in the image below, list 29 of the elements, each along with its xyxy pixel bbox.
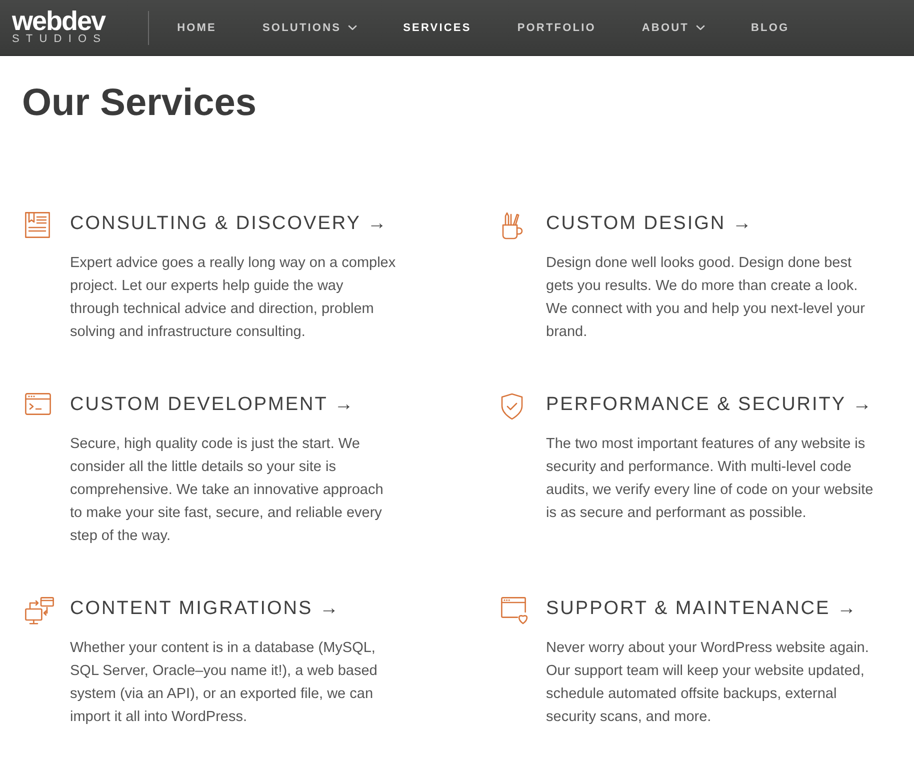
page-title: Our Services [22, 81, 256, 126]
nav-link[interactable]: SERVICES [403, 22, 472, 34]
service-description: Never worry about your WordPress website again. Our support team will keep your website updated, schedule automated offsite backups, external security scans, and more. [546, 639, 870, 727]
pencil-cup-icon [501, 212, 523, 240]
caret-icon [696, 25, 705, 30]
logo-tagline[interactable]: STUDIOS [12, 33, 108, 45]
terminal-icon [25, 393, 51, 415]
service-title-link[interactable]: SUPPORT & MAINTENANCE → [546, 596, 858, 622]
logo-wordmark[interactable]: webdev [12, 10, 106, 32]
browser-heart-icon [501, 597, 529, 625]
nav-link[interactable]: HOME [177, 22, 216, 34]
service-description: Whether your content is in a database (MySQL, SQL Server, Oracle–you name it!), a web based system (via an API), or an exported file, we can import it all into WordPress. [70, 639, 378, 727]
service-description: Secure, high quality code is just the start. We consider all the little details so your site is comprehensive. We take an innovative approach to make your site fast, secure, and reliable every step of the way. [70, 435, 384, 546]
monitor-transfer-icon [25, 597, 54, 625]
nav-link[interactable]: SOLUTIONS [262, 22, 358, 34]
nav-link[interactable]: BLOG [751, 22, 790, 34]
service-title-link[interactable]: PERFORMANCE & SECURITY → [546, 392, 874, 418]
service-description: The two most important features of any website is security and performance. With multi-level code audits, we verify every line of code on your website is as secure and performant as possible. [546, 435, 874, 523]
caret-icon [348, 25, 358, 30]
service-description: Design done well looks good. Design done best gets you results. We do more than create a look. We connect with you and help you next-level your brand. [546, 254, 866, 342]
service-description: Expert advice goes a really long way on a complex project. Let our experts help guide the way through technical advice and direction, problem solving and infrastructure consulting. [70, 254, 396, 342]
service-title-link[interactable]: CUSTOM DEVELOPMENT → [70, 392, 355, 418]
nav-link[interactable]: ABOUT [642, 22, 705, 34]
document-icon [25, 212, 50, 238]
service-title-link[interactable]: CONTENT MIGRATIONS → [70, 596, 340, 622]
shield-check-icon [501, 393, 523, 420]
nav-link[interactable]: PORTFOLIO [517, 22, 596, 34]
service-title-link[interactable]: CONSULTING & DISCOVERY → [70, 211, 388, 237]
service-title-link[interactable]: CUSTOM DESIGN → [546, 211, 753, 237]
